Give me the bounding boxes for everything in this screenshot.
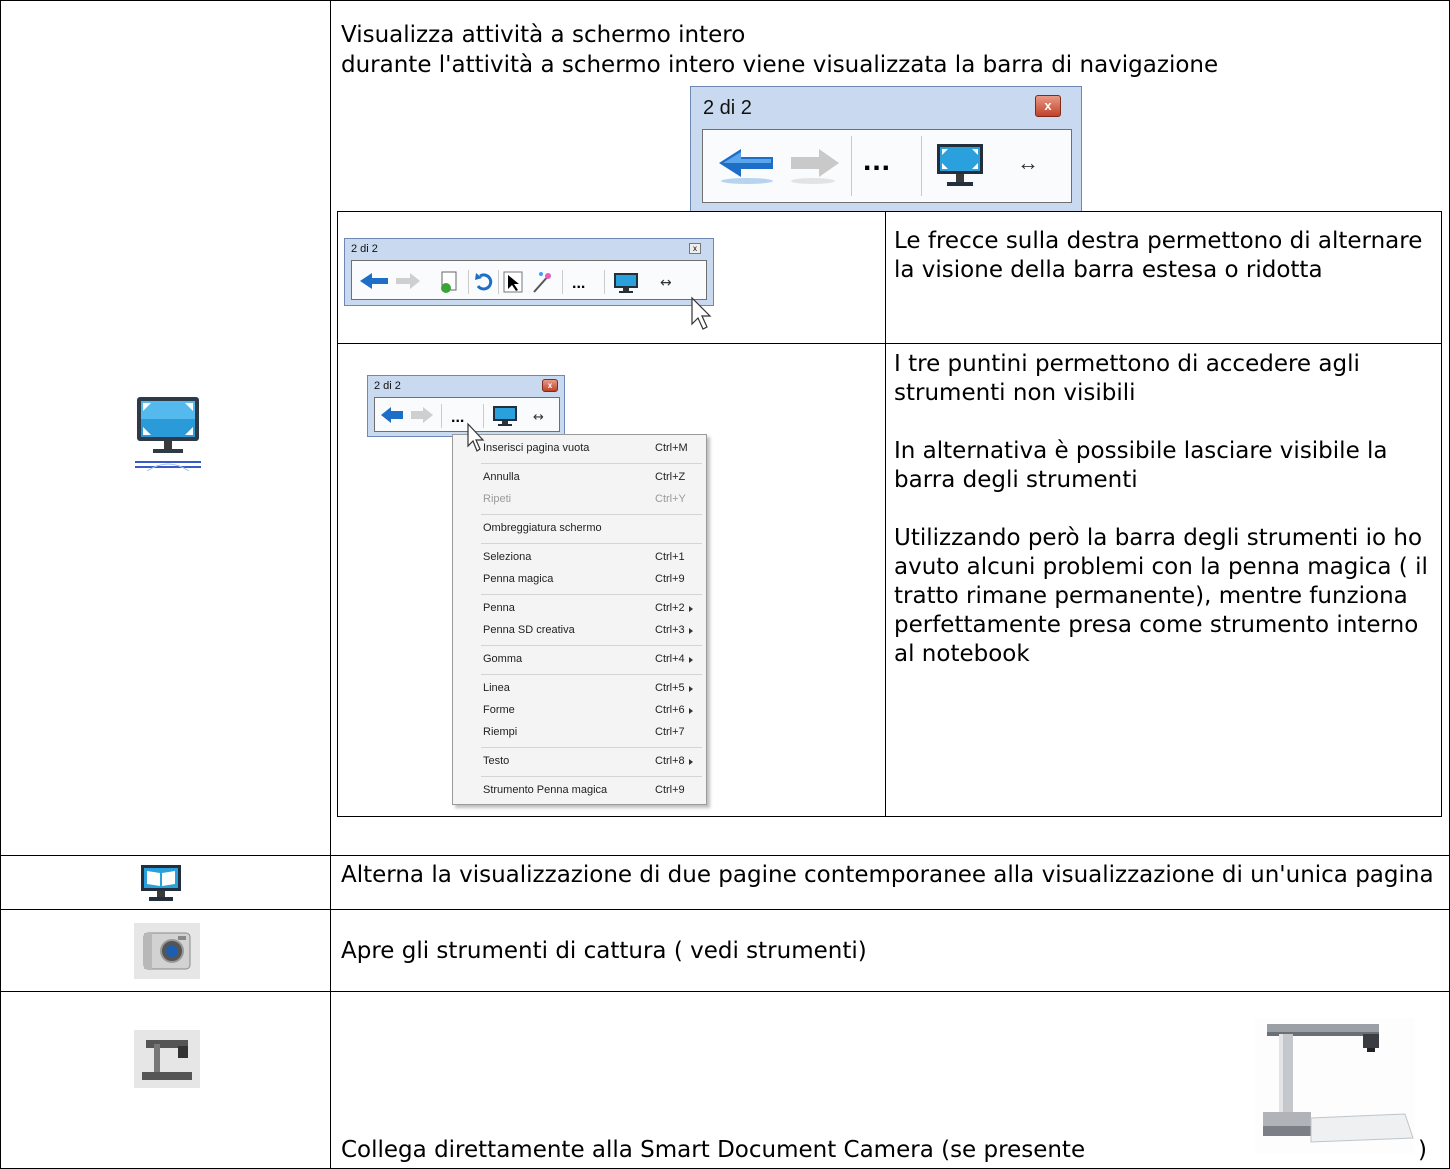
menu-item-shortcut: Ctrl+3 xyxy=(655,624,685,636)
menu-item-label: Forme xyxy=(483,704,515,716)
menu-item[interactable]: Strumento Penna magica Ctrl+9 xyxy=(453,780,706,800)
menu-item-shortcut: Ctrl+7 xyxy=(655,726,685,738)
forward-arrow-icon[interactable] xyxy=(787,147,843,192)
menu-item[interactable]: Forme Ctrl+6 xyxy=(453,700,706,720)
svg-text:...: ... xyxy=(572,275,585,292)
toolbar-page-counter: 2 di 2 xyxy=(351,243,378,255)
document-camera-icon[interactable] xyxy=(134,1030,200,1092)
close-parenthesis: ) xyxy=(1418,1137,1427,1163)
submenu-arrow-icon xyxy=(689,686,693,692)
menu-item-label: Gomma xyxy=(483,653,523,665)
svg-text:↔: ↔ xyxy=(533,410,544,425)
menu-separator xyxy=(481,747,702,748)
menu-item-label: Inserisci pagina vuota xyxy=(483,442,590,454)
navigation-toolbar-window: 2 di 2 x ... ↔ xyxy=(690,86,1082,212)
menu-item-label: Penna magica xyxy=(483,573,554,585)
menu-item-shortcut: Ctrl+6 xyxy=(655,704,685,716)
two-page-view-icon[interactable] xyxy=(139,863,183,907)
menu-item[interactable]: Riempi Ctrl+7 xyxy=(453,722,706,742)
more-tools-button[interactable]: ... xyxy=(863,144,891,178)
menu-item[interactable]: Testo Ctrl+8 xyxy=(453,751,706,771)
camera-icon[interactable] xyxy=(134,923,200,983)
toolbar-close-button[interactable]: x xyxy=(689,243,701,254)
menu-separator xyxy=(481,514,702,515)
mouse-cursor-icon xyxy=(467,422,485,452)
document-camera-description: Collega direttamente alla Smart Document… xyxy=(341,1137,1086,1163)
two-pages-description: Alterna la visualizzazione di due pagine… xyxy=(341,862,1434,888)
menu-item-label: Testo xyxy=(483,755,510,767)
menu-item-shortcut: Ctrl+9 xyxy=(655,784,685,796)
menu-item-shortcut: Ctrl+9 xyxy=(655,573,685,585)
menu-item[interactable]: Penna Ctrl+2 xyxy=(453,598,706,618)
fullscreen-monitor-icon[interactable] xyxy=(135,395,201,472)
menu-item-label: Seleziona xyxy=(483,551,532,563)
menu-item[interactable]: Ripeti Ctrl+Y xyxy=(453,489,706,509)
toolbar-close-button[interactable]: x xyxy=(1035,95,1061,117)
menu-item-label: Riempi xyxy=(483,726,518,738)
menu-item[interactable]: Linea Ctrl+5 xyxy=(453,678,706,698)
menu-item[interactable]: Inserisci pagina vuota Ctrl+M xyxy=(453,438,706,458)
menu-item-shortcut: Ctrl+2 xyxy=(655,602,685,614)
submenu-arrow-icon xyxy=(689,606,693,612)
menu-item-shortcut: Ctrl+1 xyxy=(655,551,685,563)
menu-item-shortcut: Ctrl+8 xyxy=(655,755,685,767)
capture-description: Apre gli strumenti di cattura ( vedi str… xyxy=(341,938,867,964)
menu-item-label: Annulla xyxy=(483,471,520,483)
toggle-toolbar-icon[interactable]: ↔ xyxy=(1017,150,1039,176)
menu-item-label: Linea xyxy=(483,682,510,694)
extended-toolbar-window: 2 di 2 x ... ↔ xyxy=(344,238,714,306)
menu-item-label: Ripeti xyxy=(483,493,512,505)
menu-item-label: Penna SD creativa xyxy=(483,624,575,636)
menu-item[interactable]: Ombreggiatura schermo xyxy=(453,518,706,538)
three-dots-description: I tre puntini permettono di accedere agl… xyxy=(894,351,1428,667)
menu-item-shortcut: Ctrl+M xyxy=(655,442,688,454)
menu-item-shortcut: Ctrl+Z xyxy=(655,471,686,483)
fullscreen-description: durante l'attività a schermo intero vien… xyxy=(341,52,1219,78)
menu-separator xyxy=(481,594,702,595)
toolbar-arrows-description: Le frecce sulla destra permettono di alt… xyxy=(894,228,1423,283)
submenu-arrow-icon xyxy=(689,628,693,634)
menu-separator xyxy=(481,776,702,777)
menu-item-shortcut: Ctrl+5 xyxy=(655,682,685,694)
menu-item-label: Strumento Penna magica xyxy=(483,784,608,796)
menu-item-shortcut: Ctrl+Y xyxy=(655,493,686,505)
toolbar-icons[interactable]: ... ↔ xyxy=(358,270,698,294)
menu-separator xyxy=(481,463,702,464)
menu-separator xyxy=(481,645,702,646)
menu-separator xyxy=(481,674,702,675)
fullscreen-title: Visualizza attività a schermo intero xyxy=(341,22,746,48)
more-tools-menu: Inserisci pagina vuota Ctrl+M Annulla Ctrl+… xyxy=(452,434,707,805)
menu-item-shortcut: Ctrl+4 xyxy=(655,653,685,665)
back-arrow-icon[interactable] xyxy=(717,147,777,192)
submenu-arrow-icon xyxy=(689,708,693,714)
toolbar-page-counter: 2 di 2 xyxy=(374,380,401,392)
menu-item[interactable]: Penna magica Ctrl+9 xyxy=(453,569,706,589)
menu-item[interactable]: Annulla Ctrl+Z xyxy=(453,467,706,487)
svg-text:...: ... xyxy=(451,409,464,426)
submenu-arrow-icon xyxy=(689,657,693,663)
svg-text:↔: ↔ xyxy=(660,275,672,291)
menu-separator xyxy=(481,543,702,544)
submenu-arrow-icon xyxy=(689,759,693,765)
menu-item-label: Penna xyxy=(483,602,515,614)
document-camera-photo xyxy=(1255,1018,1415,1153)
fullscreen-monitor-icon[interactable] xyxy=(935,142,985,195)
menu-item-label: Ombreggiatura schermo xyxy=(483,522,602,534)
mouse-cursor-icon xyxy=(691,296,712,330)
menu-item[interactable]: Penna SD creativa Ctrl+3 xyxy=(453,620,706,640)
menu-item[interactable]: Seleziona Ctrl+1 xyxy=(453,547,706,567)
toolbar-close-button[interactable]: x xyxy=(542,379,558,392)
menu-item[interactable]: Gomma Ctrl+4 xyxy=(453,649,706,669)
toolbar-page-counter: 2 di 2 xyxy=(703,97,752,119)
